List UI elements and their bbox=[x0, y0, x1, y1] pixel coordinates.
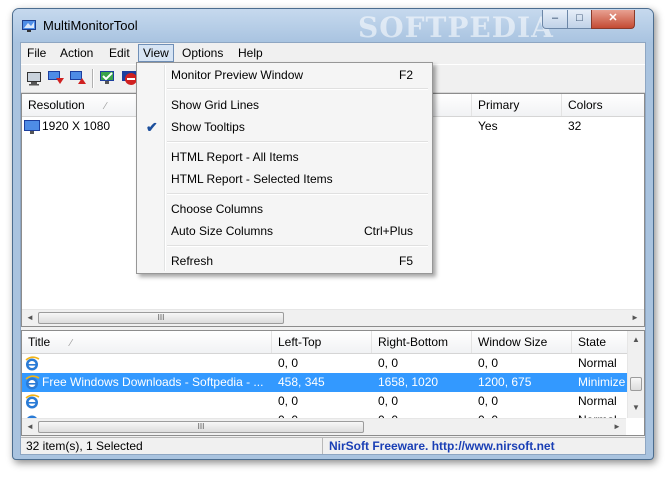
menu-item-refresh[interactable]: Refresh F5 bbox=[139, 250, 430, 272]
cell-right-bottom: 1658, 1020 bbox=[378, 375, 439, 389]
cell-left-top: 458, 345 bbox=[278, 375, 325, 389]
minimize-button[interactable]: – bbox=[542, 10, 568, 29]
menu-file[interactable]: File bbox=[23, 45, 50, 61]
cell-left-top: 0, 0 bbox=[278, 394, 299, 408]
col-resolution[interactable]: Resolution ∕ bbox=[22, 94, 150, 116]
menu-action[interactable]: Action bbox=[56, 45, 97, 61]
window-title: MultiMonitorTool bbox=[43, 18, 138, 33]
windows-hscrollbar[interactable]: ◄ III ► bbox=[22, 418, 626, 435]
cell-right-bottom: 0, 0 bbox=[378, 394, 399, 408]
menu-view[interactable]: View bbox=[138, 44, 174, 62]
windows-vscrollbar[interactable]: ▲ ▼ bbox=[627, 331, 644, 418]
col-colors[interactable]: Colors bbox=[562, 94, 644, 116]
sort-indicator-icon: ∕ bbox=[104, 101, 107, 112]
menu-bar: File Action Edit View Options Help bbox=[21, 43, 645, 63]
cell-left-top: 0, 0 bbox=[278, 356, 299, 370]
sort-indicator-icon: ∕ bbox=[70, 338, 72, 349]
vscroll-thumb[interactable] bbox=[630, 377, 642, 391]
menu-item-show-grid-lines[interactable]: Show Grid Lines bbox=[139, 94, 430, 116]
menu-separator bbox=[167, 245, 428, 247]
windows-header: Title ∕ Left-Top Right-Bottom Window Size… bbox=[22, 331, 644, 354]
scroll-thumb[interactable]: III bbox=[38, 312, 284, 324]
status-bar: 32 item(s), 1 Selected NirSoft Freeware.… bbox=[21, 437, 645, 454]
checkmark-icon: ✔ bbox=[146, 119, 158, 135]
disable-monitor-icon[interactable] bbox=[69, 69, 87, 87]
table-row[interactable]: 0, 0 0, 0 0, 0 Normal bbox=[22, 354, 628, 373]
cell-window-size: 0, 0 bbox=[478, 394, 499, 408]
col-right-bottom[interactable]: Right-Bottom bbox=[372, 331, 472, 353]
scroll-thumb[interactable]: III bbox=[38, 421, 364, 433]
ie-icon bbox=[25, 356, 40, 371]
primary-monitor-icon[interactable] bbox=[99, 69, 117, 87]
col-primary[interactable]: Primary bbox=[472, 94, 562, 116]
scroll-left-icon[interactable]: ◄ bbox=[25, 422, 35, 432]
menu-separator bbox=[167, 88, 428, 90]
col-title[interactable]: Title ∕ bbox=[22, 331, 272, 353]
cell-state: Normal bbox=[578, 394, 617, 408]
ie-icon bbox=[25, 394, 40, 409]
table-row[interactable]: 0, 0 0, 0 0, 0 Normal bbox=[22, 392, 628, 411]
status-item-count: 32 item(s), 1 Selected bbox=[23, 438, 323, 454]
title-bar[interactable]: MultiMonitorTool SOFTPEDIA – □ ✕ bbox=[13, 9, 653, 44]
scroll-right-icon[interactable]: ► bbox=[630, 313, 640, 323]
menu-options[interactable]: Options bbox=[178, 45, 227, 61]
menu-item-monitor-preview[interactable]: Monitor Preview Window F2 bbox=[139, 64, 430, 86]
menu-item-auto-size-columns[interactable]: Auto Size Columns Ctrl+Plus bbox=[139, 220, 430, 242]
scroll-right-icon[interactable]: ► bbox=[612, 422, 622, 432]
cell-state: Minimize bbox=[578, 375, 626, 389]
cell-colors: 32 bbox=[568, 119, 582, 133]
cell-right-bottom: 0, 0 bbox=[378, 356, 399, 370]
menu-help[interactable]: Help bbox=[234, 45, 267, 61]
enable-monitor-icon[interactable] bbox=[47, 69, 65, 87]
toolbar-separator bbox=[92, 69, 94, 88]
menu-edit[interactable]: Edit bbox=[105, 45, 134, 61]
app-icon bbox=[22, 20, 36, 32]
monitors-hscrollbar[interactable]: ◄ III ► bbox=[22, 309, 644, 326]
cell-state: Normal bbox=[578, 356, 617, 370]
maximize-button[interactable]: □ bbox=[567, 10, 592, 29]
menu-item-show-tooltips[interactable]: ✔ Show Tooltips bbox=[139, 116, 430, 138]
nirsoft-link[interactable]: NirSoft Freeware. http://www.nirsoft.net bbox=[329, 438, 555, 454]
view-menu-dropdown: Monitor Preview Window F2 Show Grid Line… bbox=[136, 62, 433, 274]
col-left-top[interactable]: Left-Top bbox=[272, 331, 372, 353]
cell-title: Free Windows Downloads - Softpedia - ... bbox=[42, 375, 264, 389]
monitor-icon[interactable] bbox=[25, 69, 43, 87]
menu-item-choose-columns[interactable]: Choose Columns bbox=[139, 198, 430, 220]
scroll-left-icon[interactable]: ◄ bbox=[25, 313, 35, 323]
col-state[interactable]: State bbox=[572, 331, 628, 353]
cell-resolution: 1920 X 1080 bbox=[42, 119, 111, 133]
cell-primary: Yes bbox=[478, 119, 498, 133]
menu-separator bbox=[167, 193, 428, 195]
scroll-up-icon[interactable]: ▲ bbox=[631, 335, 641, 345]
menu-item-html-report-all[interactable]: HTML Report - All Items bbox=[139, 146, 430, 168]
menu-separator bbox=[167, 141, 428, 143]
cell-window-size: 1200, 675 bbox=[478, 375, 532, 389]
table-row-selected[interactable]: Free Windows Downloads - Softpedia - ...… bbox=[22, 373, 628, 392]
col-window-size[interactable]: Window Size bbox=[472, 331, 572, 353]
scroll-down-icon[interactable]: ▼ bbox=[631, 403, 641, 413]
windows-pane: Title ∕ Left-Top Right-Bottom Window Size… bbox=[21, 330, 645, 436]
menu-item-html-report-selected[interactable]: HTML Report - Selected Items bbox=[139, 168, 430, 190]
watermark: SOFTPEDIA bbox=[358, 11, 554, 44]
cell-window-size: 0, 0 bbox=[478, 356, 499, 370]
close-button[interactable]: ✕ bbox=[591, 10, 635, 29]
